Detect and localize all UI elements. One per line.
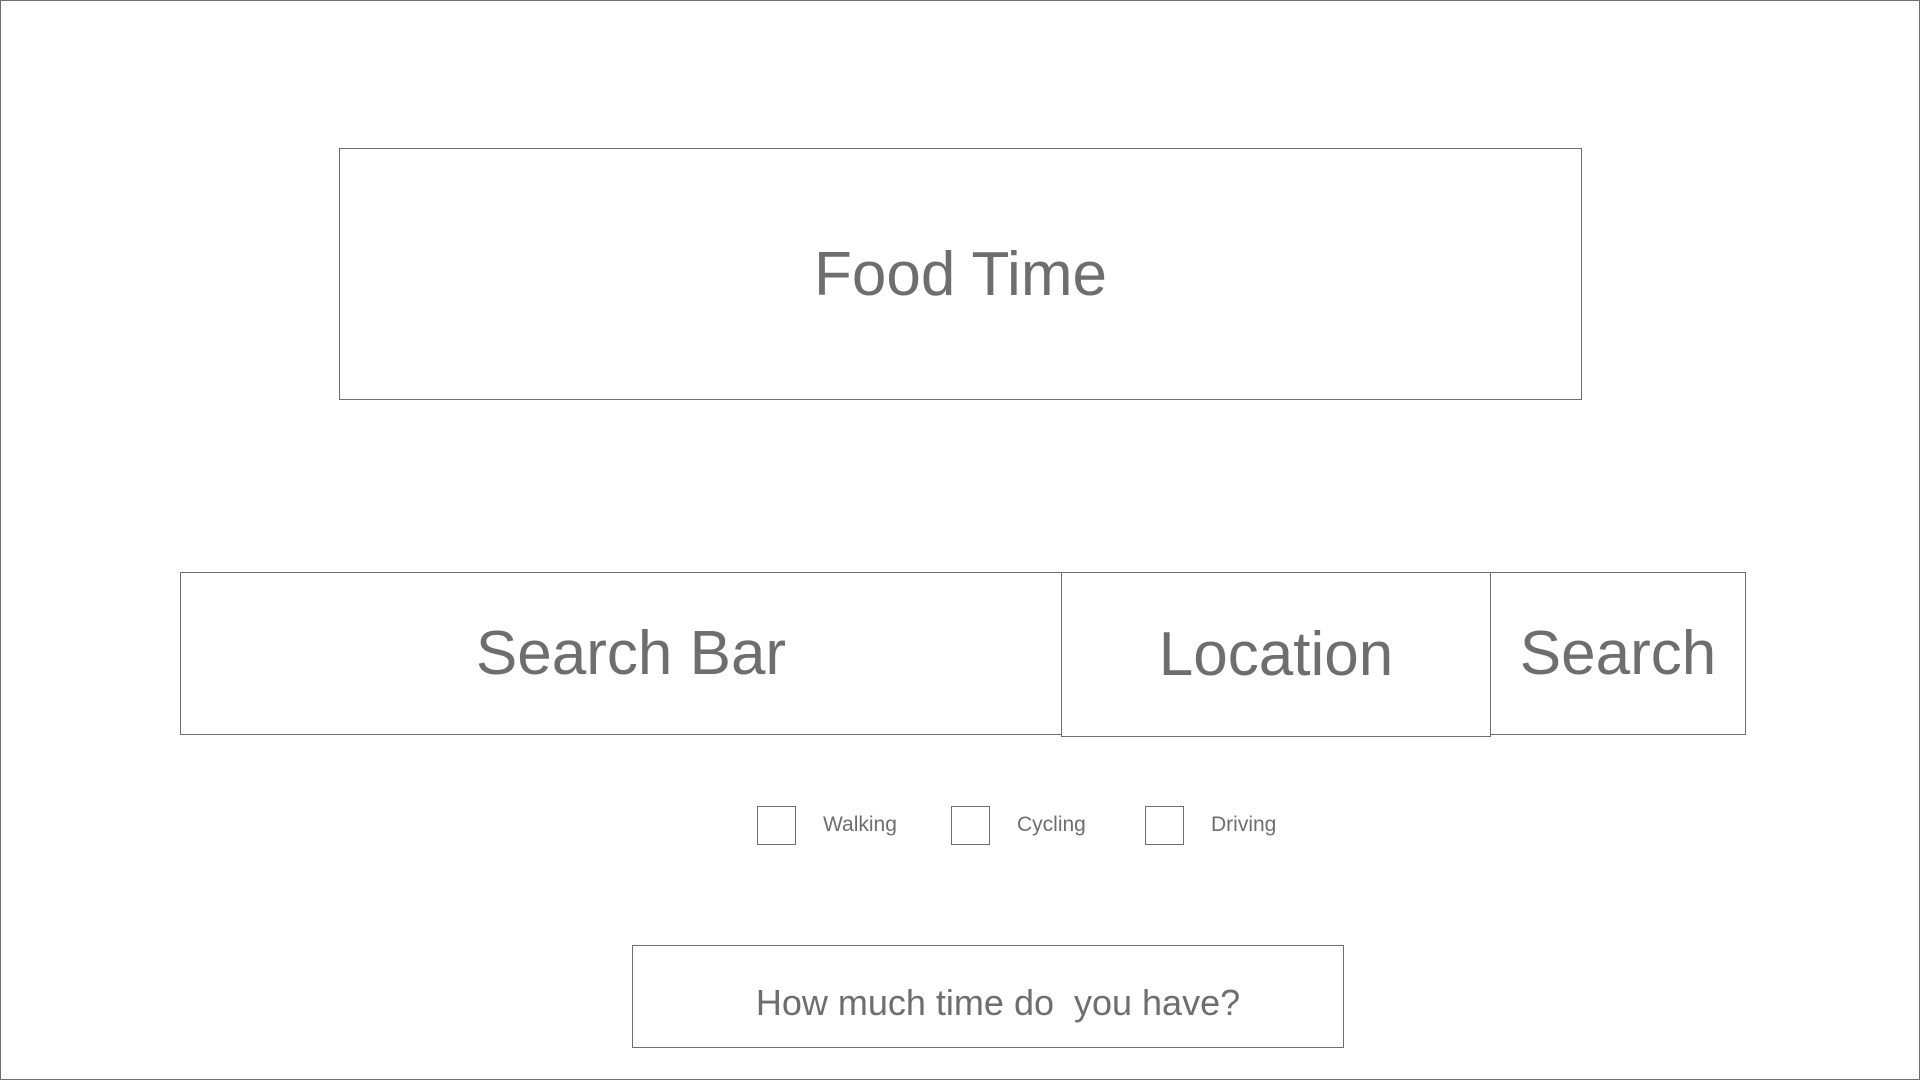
travel-mode-cycling[interactable]: Cycling xyxy=(951,805,1086,845)
location-input[interactable]: Location xyxy=(1061,572,1491,737)
search-button-label: Search xyxy=(1519,619,1717,688)
location-input-label: Location xyxy=(1158,620,1394,689)
driving-checkbox[interactable] xyxy=(1145,805,1184,845)
walking-checkbox[interactable] xyxy=(757,805,796,845)
driving-label: Driving xyxy=(1211,813,1277,836)
search-input-label: Search Bar xyxy=(475,619,787,688)
travel-mode-walking[interactable]: Walking xyxy=(757,805,897,845)
time-available-prompt: How much time do you have? xyxy=(755,981,1241,1023)
search-input[interactable]: Search Bar xyxy=(180,572,1062,735)
app-title-banner: Food Time xyxy=(339,148,1582,400)
travel-mode-driving[interactable]: Driving xyxy=(1145,805,1276,845)
walking-label: Walking xyxy=(823,813,897,836)
time-available-input[interactable]: How much time do you have? xyxy=(632,945,1344,1048)
app-title: Food Time xyxy=(814,239,1107,309)
search-button[interactable]: Search xyxy=(1490,572,1746,735)
cycling-label: Cycling xyxy=(1017,813,1086,836)
cycling-checkbox[interactable] xyxy=(951,805,990,845)
travel-mode-options: Walking Cycling Driving xyxy=(0,805,1920,845)
